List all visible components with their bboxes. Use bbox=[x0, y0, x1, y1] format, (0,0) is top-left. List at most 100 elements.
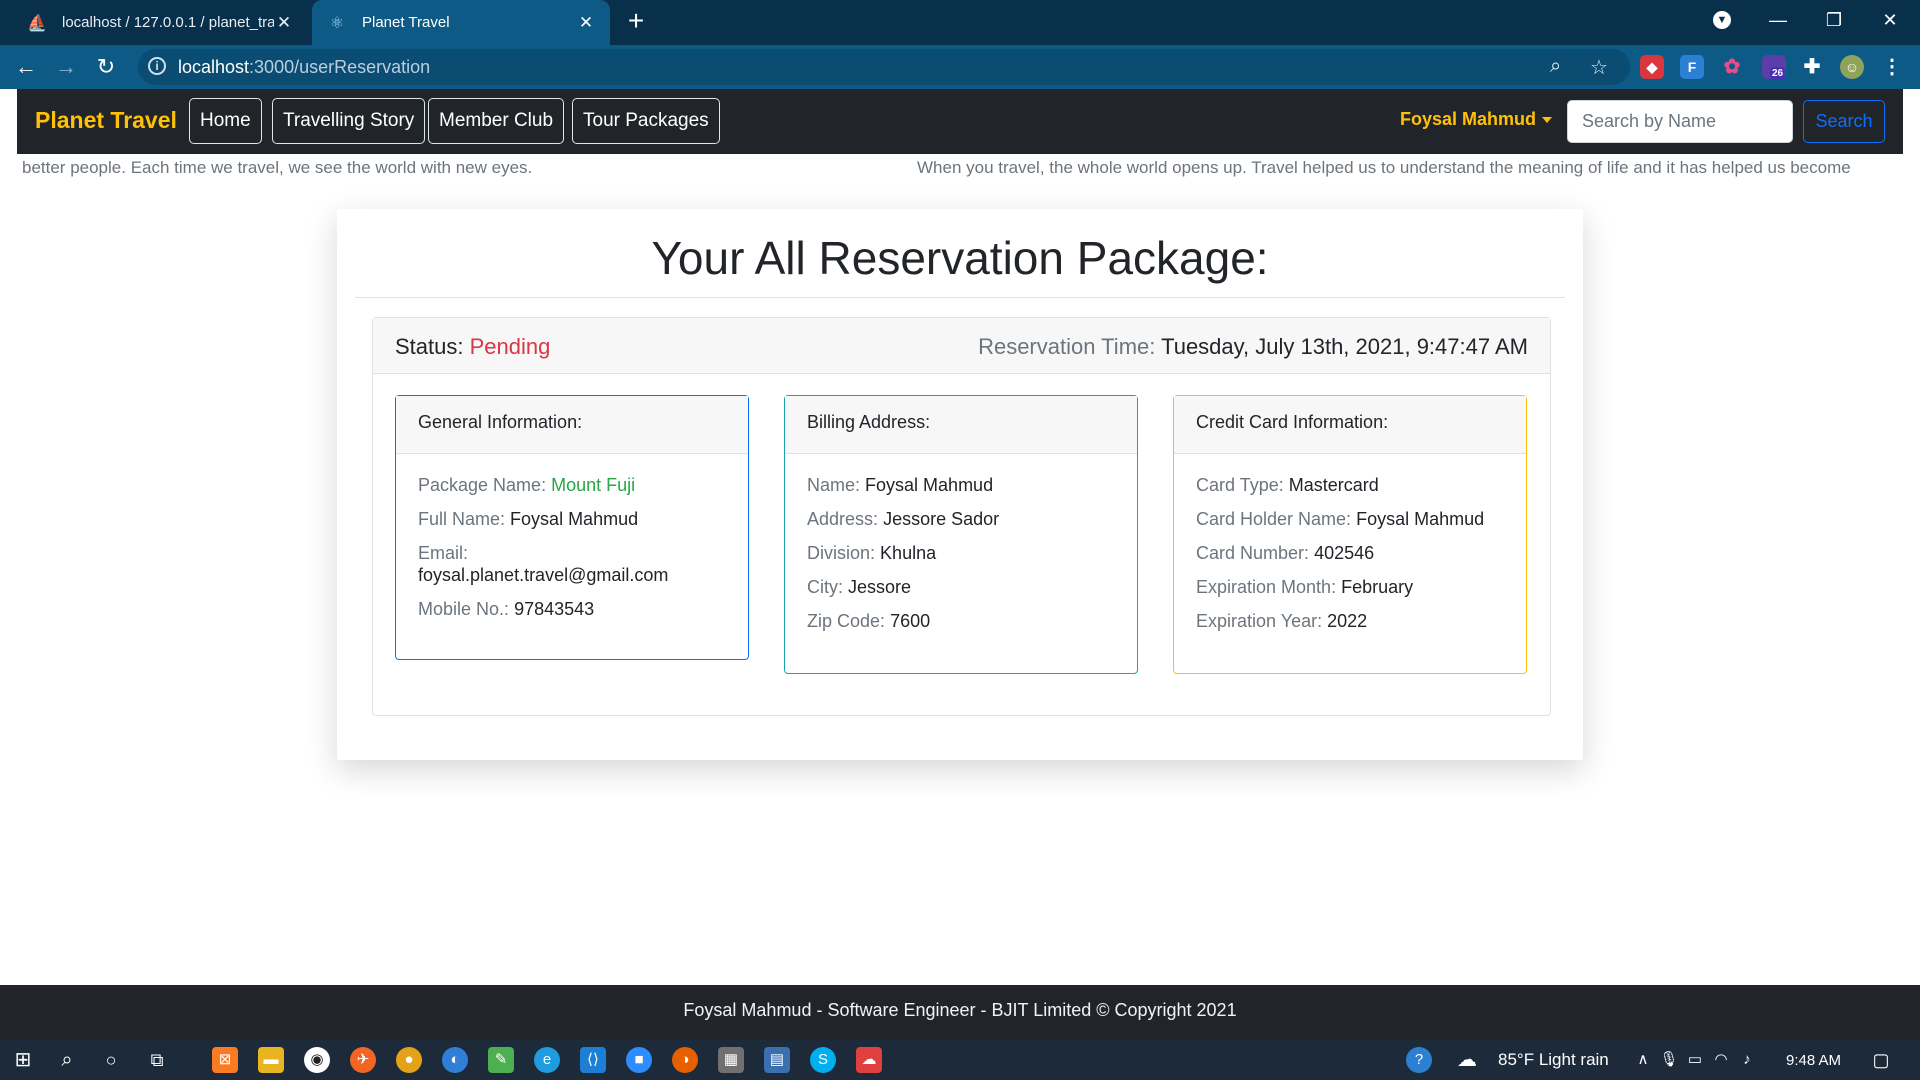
extension-badge: 26 bbox=[1770, 67, 1786, 80]
chevron-up-icon[interactable]: ∧ bbox=[1630, 1047, 1656, 1073]
browser-tab-bar: ⛵ localhost / 127.0.0.1 / planet_tra ✕ ⚛… bbox=[0, 0, 1920, 45]
phpmyadmin-icon: ⛵ bbox=[27, 14, 47, 32]
nav-travelling-story[interactable]: Travelling Story bbox=[272, 98, 426, 144]
search-input[interactable] bbox=[1567, 100, 1793, 143]
app-icon[interactable]: ◐ bbox=[442, 1047, 468, 1073]
skype-icon[interactable]: S bbox=[810, 1047, 836, 1073]
expiration-month-row: Expiration Month: February bbox=[1196, 577, 1414, 597]
expiration-year-row: Expiration Year: 2022 bbox=[1196, 611, 1368, 631]
edge-icon[interactable]: e bbox=[534, 1047, 560, 1073]
clock[interactable]: 9:48 AM bbox=[1786, 1052, 1841, 1069]
zoom-icon[interactable]: ⌕ bbox=[1550, 55, 1561, 78]
user-dropdown[interactable]: Foysal Mahmud bbox=[1400, 109, 1553, 130]
reservation-time-value: Tuesday, July 13th, 2021, 9:47:47 AM bbox=[1161, 334, 1528, 359]
github-icon[interactable]: ◉ bbox=[304, 1047, 330, 1073]
site-footer: Foysal Mahmud - Software Engineer - BJIT… bbox=[0, 985, 1920, 1040]
notepad-icon[interactable]: ✎ bbox=[488, 1047, 514, 1073]
zoom-app-icon[interactable]: ■ bbox=[626, 1047, 652, 1073]
battery-icon[interactable]: ▭ bbox=[1682, 1047, 1708, 1073]
search-button[interactable]: Search bbox=[1803, 100, 1885, 143]
task-view-icon[interactable]: ⧉ bbox=[144, 1047, 170, 1073]
chrome-icon[interactable]: ● bbox=[396, 1047, 422, 1073]
package-name-row: Package Name: Mount Fuji bbox=[418, 475, 636, 495]
postman-icon[interactable]: ✈ bbox=[350, 1047, 376, 1073]
microphone-icon[interactable]: 🎙 bbox=[1656, 1047, 1682, 1073]
app-icon[interactable]: ▤ bbox=[764, 1047, 790, 1073]
reservation-time: Reservation Time: Tuesday, July 13th, 20… bbox=[978, 334, 1528, 360]
close-window-icon[interactable]: ✕ bbox=[1862, 0, 1918, 40]
new-tab-icon[interactable]: + bbox=[620, 6, 652, 38]
card-holder-row: Card Holder Name: Foysal Mahmud bbox=[1196, 509, 1485, 529]
forward-icon[interactable]: → bbox=[50, 51, 82, 83]
extension-icon[interactable]: F bbox=[1680, 55, 1704, 79]
nav-home[interactable]: Home bbox=[189, 98, 262, 144]
mobile-value: 97843543 bbox=[514, 599, 595, 619]
calculator-icon[interactable]: ▦ bbox=[718, 1047, 744, 1073]
app-icon[interactable]: ☁ bbox=[856, 1047, 882, 1073]
url-bar[interactable]: i localhost:3000/userReservation ⌕ ☆ bbox=[138, 49, 1630, 85]
close-tab-icon[interactable]: ✕ bbox=[274, 13, 294, 33]
general-information-card: General Information: Package Name: Mount… bbox=[395, 395, 749, 660]
extension-icon[interactable]: 26 bbox=[1762, 55, 1786, 80]
billing-name-row: Name: Foysal Mahmud bbox=[807, 475, 994, 495]
restore-icon[interactable]: ❐ bbox=[1806, 0, 1862, 40]
card-number-row: Card Number: 402546 bbox=[1196, 543, 1375, 563]
caret-down-icon bbox=[1542, 117, 1553, 124]
react-icon: ⚛ bbox=[329, 14, 345, 32]
cortana-icon[interactable]: ○ bbox=[98, 1047, 124, 1073]
billing-city-row: City: Jessore bbox=[807, 577, 912, 597]
reservation-container: Your All Reservation Package: Status: Pe… bbox=[337, 209, 1583, 760]
billing-address-row: Address: Jessore Sador bbox=[807, 509, 1000, 529]
brand-logo[interactable]: Planet Travel bbox=[35, 107, 177, 134]
firefox-icon[interactable]: ◑ bbox=[672, 1047, 698, 1073]
file-explorer-icon[interactable]: ▬ bbox=[258, 1047, 284, 1073]
browser-tab-planet-travel[interactable]: ⚛ Planet Travel ✕ bbox=[312, 0, 610, 45]
help-icon[interactable]: ? bbox=[1406, 1047, 1432, 1073]
url-text: localhost:3000/userReservation bbox=[178, 57, 431, 77]
billing-division-row: Division: Khulna bbox=[807, 543, 937, 563]
page-title: Your All Reservation Package: bbox=[651, 232, 1269, 284]
bookmark-star-icon[interactable]: ☆ bbox=[1590, 55, 1608, 80]
card-header: General Information: bbox=[396, 396, 748, 454]
windows-taskbar: ⊞ ⌕ ○ ⧉ ⊠ ▬ ◉ ✈ ● ◐ ✎ e ⟨⟩ ■ ◑ ▦ ▤ S ☁ ?… bbox=[0, 1040, 1920, 1080]
billing-zip-row: Zip Code: 7600 bbox=[807, 611, 931, 631]
extensions-puzzle-icon[interactable]: ✚ bbox=[1800, 55, 1824, 79]
tab-label: Planet Travel bbox=[362, 14, 450, 31]
card-header: Credit Card Information: bbox=[1174, 396, 1526, 454]
nav-member-club[interactable]: Member Club bbox=[428, 98, 565, 144]
profile-avatar[interactable]: ☺ bbox=[1840, 55, 1864, 79]
mobile-row: Mobile No.: 97843543 bbox=[418, 599, 595, 619]
reload-icon[interactable]: ↻ bbox=[90, 51, 122, 83]
reservation-card-header: Status: Pending Reservation Time: Tuesda… bbox=[373, 318, 1550, 374]
back-icon[interactable]: ← bbox=[10, 51, 42, 83]
notification-icon[interactable]: ▢ bbox=[1868, 1047, 1894, 1073]
windows-start-icon[interactable]: ⊞ bbox=[10, 1047, 36, 1073]
xampp-icon[interactable]: ⊠ bbox=[212, 1047, 238, 1073]
divider bbox=[355, 297, 1565, 298]
volume-icon[interactable]: ♪ bbox=[1734, 1047, 1760, 1073]
vscode-icon[interactable]: ⟨⟩ bbox=[580, 1047, 606, 1073]
site-info-icon[interactable]: i bbox=[148, 57, 166, 75]
weather-cloud-icon: ☁ bbox=[1457, 1049, 1477, 1071]
menu-icon[interactable]: ⋮ bbox=[1880, 55, 1904, 79]
nav-tour-packages[interactable]: Tour Packages bbox=[572, 98, 720, 144]
reservation-time-label: Reservation Time: bbox=[978, 334, 1156, 359]
marquee-text: When you travel, the whole world opens u… bbox=[917, 158, 1851, 177]
card-header: Billing Address: bbox=[785, 396, 1137, 454]
close-tab-icon[interactable]: ✕ bbox=[576, 13, 596, 33]
extension-icon[interactable]: ◆ bbox=[1640, 55, 1664, 79]
wifi-icon[interactable]: ◠ bbox=[1708, 1047, 1734, 1073]
tab-search-icon[interactable]: ▼ bbox=[1694, 0, 1750, 40]
tab-label: localhost / 127.0.0.1 / planet_tra bbox=[62, 14, 274, 31]
search-icon[interactable]: ⌕ bbox=[54, 1047, 80, 1073]
status-badge: Pending bbox=[469, 334, 551, 359]
full-name-value: Foysal Mahmud bbox=[510, 509, 639, 529]
billing-address-card: Billing Address: Name: Foysal Mahmud Add… bbox=[784, 395, 1138, 674]
status: Status: Pending bbox=[395, 334, 550, 360]
email-row: Email: foysal.planet.travel@gmail.com bbox=[418, 543, 669, 585]
extension-icon[interactable]: ✿ bbox=[1720, 55, 1744, 79]
user-name: Foysal Mahmud bbox=[1400, 109, 1537, 129]
minimize-icon[interactable]: — bbox=[1750, 0, 1806, 40]
weather-text[interactable]: 85°F Light rain bbox=[1498, 1050, 1609, 1070]
browser-tab-phpmyadmin[interactable]: ⛵ localhost / 127.0.0.1 / planet_tra ✕ bbox=[12, 0, 308, 45]
